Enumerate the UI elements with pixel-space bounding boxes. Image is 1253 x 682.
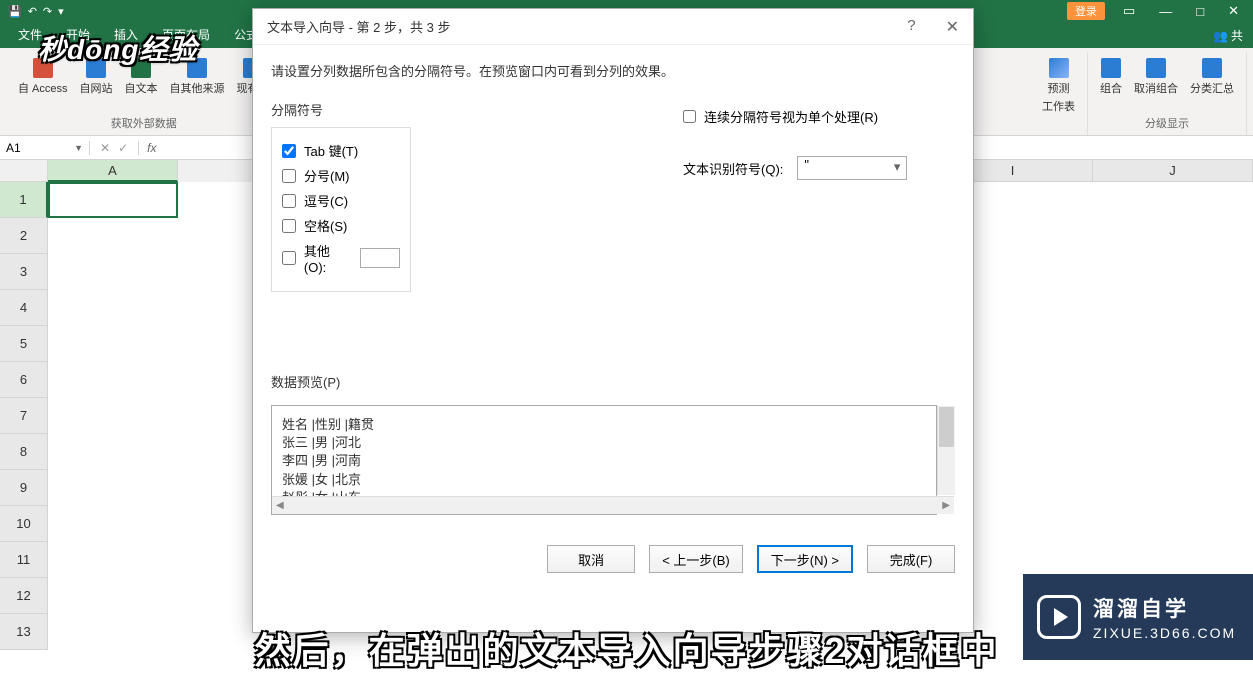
name-box[interactable]: A1 ▼ xyxy=(0,141,90,155)
preview-row: 张媛 |女 |北京 xyxy=(282,471,926,489)
delimiter-other-input[interactable] xyxy=(360,248,400,268)
confirm-edit-icon[interactable]: ✓ xyxy=(118,141,128,155)
save-icon[interactable]: 💾 xyxy=(8,5,22,18)
fx-buttons: ✕ ✓ xyxy=(90,141,139,155)
consecutive-delimiter-row[interactable]: 连续分隔符号视为单个处理(R) xyxy=(683,107,907,126)
dialog-titlebar[interactable]: 文本导入向导 - 第 2 步，共 3 步 ? ✕ xyxy=(253,9,973,45)
text-qualifier-select[interactable]: " xyxy=(797,156,907,180)
maximize-icon[interactable]: □ xyxy=(1190,4,1210,19)
delimiter-other-checkbox[interactable] xyxy=(282,251,296,265)
quick-access-toolbar: 💾 ↶ ↷ ▾ xyxy=(8,5,64,18)
preview-scrollbar-vertical[interactable] xyxy=(937,406,955,495)
dialog-close-button[interactable]: ✕ xyxy=(946,17,959,37)
delimiter-space-checkbox[interactable] xyxy=(282,219,296,233)
row-header-10[interactable]: 10 xyxy=(0,506,48,542)
cancel-button[interactable]: 取消 xyxy=(547,545,635,573)
row-header-11[interactable]: 11 xyxy=(0,542,48,578)
preview-section: 数据预览(P) 姓名 |性别 |籍贯 张三 |男 |河北 李四 |男 |河南 张… xyxy=(271,372,955,515)
row-header-7[interactable]: 7 xyxy=(0,398,48,434)
delimiter-comma-row[interactable]: 逗号(C) xyxy=(282,191,400,210)
ungroup-icon xyxy=(1146,58,1166,78)
row-header-2[interactable]: 2 xyxy=(0,218,48,254)
delimiter-other-row[interactable]: 其他(O): xyxy=(282,241,400,275)
outline-group-label: 分级显示 xyxy=(1145,113,1189,135)
qat-customize-icon[interactable]: ▾ xyxy=(58,5,64,18)
login-badge[interactable]: 登录 xyxy=(1067,2,1105,20)
row-header-9[interactable]: 9 xyxy=(0,470,48,506)
col-header-a[interactable]: A xyxy=(48,160,178,182)
row-header-3[interactable]: 3 xyxy=(0,254,48,290)
group-icon xyxy=(1101,58,1121,78)
delimiter-right-options: 连续分隔符号视为单个处理(R) 文本识别符号(Q): " xyxy=(683,107,907,180)
preview-label: 数据预览(P) xyxy=(271,372,955,391)
delimiter-comma-checkbox[interactable] xyxy=(282,194,296,208)
row-header-6[interactable]: 6 xyxy=(0,362,48,398)
row-header-1[interactable]: 1 xyxy=(0,182,48,218)
subtotal-icon xyxy=(1202,58,1222,78)
preview-row: 李四 |男 |河南 xyxy=(282,452,926,470)
dialog-title: 文本导入向导 - 第 2 步，共 3 步 xyxy=(267,17,450,36)
share-icon: 👥 xyxy=(1213,29,1228,43)
delimiter-semicolon-row[interactable]: 分号(M) xyxy=(282,166,400,185)
preview-row: 张三 |男 |河北 xyxy=(282,434,926,452)
row-header-12[interactable]: 12 xyxy=(0,578,48,614)
row-header-5[interactable]: 5 xyxy=(0,326,48,362)
dialog-buttons: 取消 < 上一步(B) 下一步(N) > 完成(F) xyxy=(253,531,973,587)
subtotal-button[interactable]: 分类汇总 xyxy=(1186,56,1238,98)
ribbon-display-icon[interactable]: ▭ xyxy=(1117,3,1141,19)
undo-icon[interactable]: ↶ xyxy=(28,5,37,18)
text-qualifier-row: 文本识别符号(Q): " xyxy=(683,156,907,180)
delimiter-tab-checkbox[interactable] xyxy=(282,144,296,158)
dialog-help-button[interactable]: ? xyxy=(907,17,915,37)
forecast-button[interactable]: 预测 工作表 xyxy=(1038,56,1079,116)
select-all-cell[interactable] xyxy=(0,160,48,182)
row-headers: 1 2 3 4 5 6 7 8 9 10 11 12 13 xyxy=(0,182,48,650)
brand-name: 溜溜自学 xyxy=(1093,593,1236,623)
delimiter-tab-row[interactable]: Tab 键(T) xyxy=(282,141,400,160)
next-button[interactable]: 下一步(N) > xyxy=(757,545,853,573)
preview-row: 姓名 |性别 |籍贯 xyxy=(282,416,926,434)
titlebar-right: 登录 ▭ — □ ✕ xyxy=(1067,2,1245,20)
finish-button[interactable]: 完成(F) xyxy=(867,545,955,573)
row-header-8[interactable]: 8 xyxy=(0,434,48,470)
consecutive-delimiter-checkbox[interactable] xyxy=(683,110,696,123)
close-icon[interactable]: ✕ xyxy=(1222,3,1245,19)
share-button[interactable]: 👥 共 xyxy=(1203,23,1253,48)
cancel-edit-icon[interactable]: ✕ xyxy=(100,141,110,155)
cell-a1[interactable] xyxy=(48,182,178,218)
delimiter-space-row[interactable]: 空格(S) xyxy=(282,216,400,235)
delimiter-semicolon-checkbox[interactable] xyxy=(282,169,296,183)
fx-label[interactable]: fx xyxy=(139,141,164,155)
preview-scrollbar-horizontal[interactable]: ◀▶ xyxy=(272,496,954,514)
name-box-dropdown-icon[interactable]: ▼ xyxy=(74,143,83,153)
minimize-icon[interactable]: — xyxy=(1153,4,1178,19)
forecast-icon xyxy=(1049,58,1069,78)
back-button[interactable]: < 上一步(B) xyxy=(649,545,743,573)
video-subtitle: 然后，在弹出的文本导入向导步骤2对话框中 xyxy=(0,622,1253,678)
dialog-body: 请设置分列数据所包含的分隔符号。在预览窗口内可看到分列的效果。 分隔符号 Tab… xyxy=(253,45,973,531)
ungroup-button[interactable]: 取消组合 xyxy=(1130,56,1182,98)
watermark-logo: 秒dōng经验 xyxy=(38,28,197,68)
ribbon-group-label: 获取外部数据 xyxy=(111,113,177,135)
group-button[interactable]: 组合 xyxy=(1096,56,1126,98)
col-header-j[interactable]: J xyxy=(1093,160,1253,182)
ribbon-right-groups: 预测 工作表 组合 取消组合 分类汇总 xyxy=(1030,52,1247,135)
dialog-instruction: 请设置分列数据所包含的分隔符号。在预览窗口内可看到分列的效果。 xyxy=(271,61,955,80)
text-import-wizard-dialog: 文本导入向导 - 第 2 步，共 3 步 ? ✕ 请设置分列数据所包含的分隔符号… xyxy=(252,8,974,633)
row-header-4[interactable]: 4 xyxy=(0,290,48,326)
redo-icon[interactable]: ↷ xyxy=(43,5,52,18)
